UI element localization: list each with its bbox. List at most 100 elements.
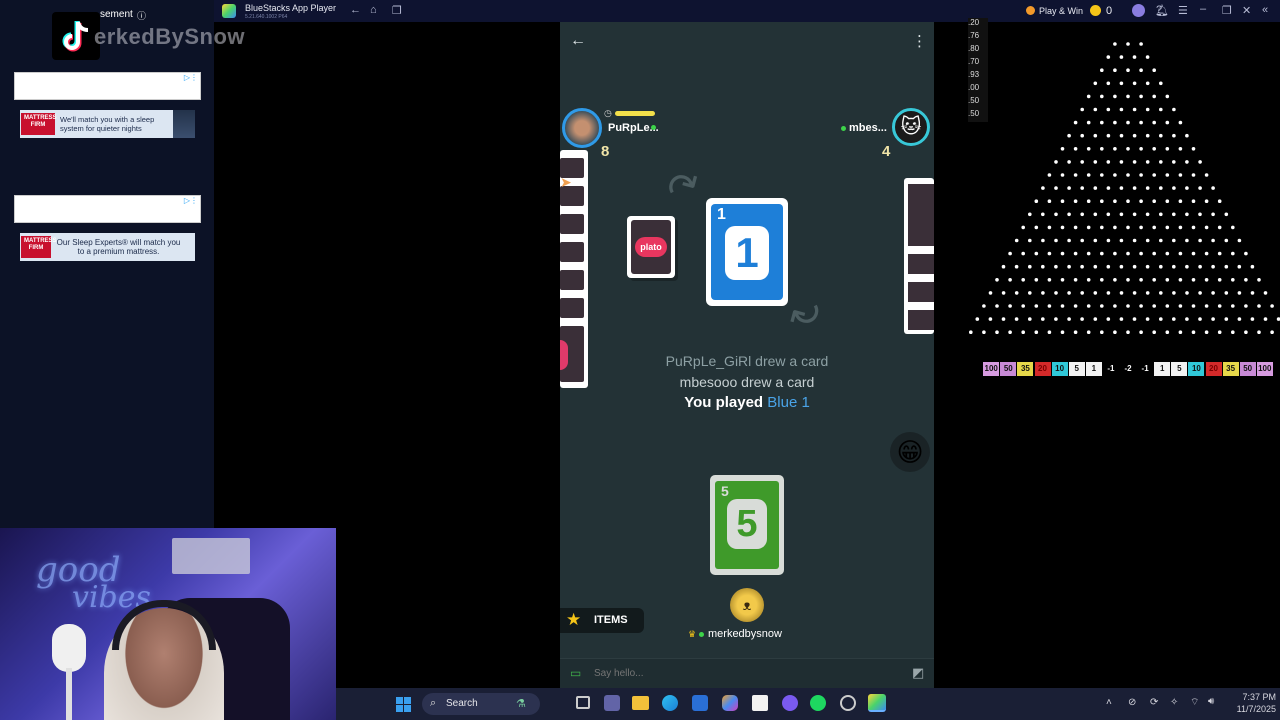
- wifi-icon[interactable]: ⌔: [1190, 696, 1199, 709]
- recent-apps-icon[interactable]: ❐: [392, 4, 402, 17]
- plinko-peg: [1054, 238, 1058, 243]
- sidebar-toggle-icon[interactable]: «: [1262, 4, 1268, 16]
- plinko-peg: [1224, 291, 1229, 295]
- plinko-peg: [1231, 225, 1235, 230]
- plinko-peg: [1237, 291, 1242, 295]
- volume-icon[interactable]: 🔊︎: [1208, 696, 1214, 707]
- bluestacks-taskbar-icon[interactable]: [868, 694, 886, 712]
- plinko-peg: [1217, 225, 1222, 230]
- plinko-peg: [1106, 55, 1111, 59]
- minimize-icon[interactable]: –: [1200, 3, 1206, 15]
- plinko-peg: [1034, 225, 1039, 230]
- plinko-peg: [1100, 251, 1104, 256]
- copilot-icon[interactable]: [722, 695, 738, 711]
- plinko-peg: [1204, 225, 1209, 230]
- clock-date[interactable]: 11/7/2025: [1222, 704, 1276, 714]
- plinko-peg: [1217, 278, 1222, 282]
- ad-banner-2[interactable]: ▷ ⋮: [14, 195, 201, 223]
- mattress-ad-2[interactable]: MATTRESS FIRM Our Sleep Experts® will ma…: [20, 233, 195, 261]
- items-button[interactable]: ★ ITEMS: [560, 608, 644, 633]
- plinko-peg: [1159, 291, 1163, 295]
- plinko-slot: 10: [1051, 362, 1068, 376]
- ad-menu-icon[interactable]: ⋮: [190, 73, 198, 82]
- spotify-icon[interactable]: [810, 695, 826, 711]
- app-icon[interactable]: [752, 695, 768, 711]
- plinko-peg: [1237, 238, 1242, 243]
- plinko-peg: [1145, 81, 1150, 86]
- plinko-peg: [1152, 199, 1156, 203]
- plinko-peg: [1126, 147, 1130, 151]
- back-arrow-icon[interactable]: ←: [570, 32, 586, 50]
- draw-deck[interactable]: plato: [627, 216, 675, 278]
- menu-icon[interactable]: ☰: [1178, 4, 1188, 17]
- plinko-peg: [1067, 317, 1071, 321]
- plinko-peg: [1093, 160, 1098, 164]
- coin-count: 0: [1106, 5, 1113, 17]
- file-explorer-icon[interactable]: [632, 696, 649, 710]
- plinko-peg: [1152, 120, 1156, 125]
- help-icon[interactable]: ?: [1156, 4, 1162, 16]
- plinko-peg: [1067, 133, 1071, 138]
- maximize-icon[interactable]: ❐: [1222, 4, 1232, 17]
- clock-time[interactable]: 7:37 PM: [1226, 692, 1276, 702]
- sticker-icon[interactable]: ◩: [912, 665, 924, 681]
- plinko-slot: 100: [1256, 362, 1273, 376]
- plinko-peg: [1204, 304, 1209, 308]
- plinko-peg: [1028, 317, 1032, 321]
- home-icon[interactable]: ⌂: [370, 4, 377, 16]
- self-avatar[interactable]: ᴥ: [730, 588, 764, 622]
- deck-card-back: plato: [631, 220, 671, 274]
- messenger-icon[interactable]: [782, 695, 798, 711]
- hand-card[interactable]: 5 5: [710, 475, 784, 575]
- windows-start-icon[interactable]: [396, 697, 411, 712]
- opponent-avatar[interactable]: 🐱︎: [892, 108, 930, 146]
- profile-avatar-icon[interactable]: [1132, 4, 1145, 17]
- plinko-peg: [1172, 133, 1176, 138]
- app-icon[interactable]: [840, 695, 856, 711]
- plinko-peg: [1014, 317, 1019, 321]
- plinko-peg: [1100, 68, 1104, 72]
- close-icon[interactable]: ✕: [1242, 4, 1251, 17]
- store-icon[interactable]: [692, 695, 708, 711]
- tray-chevron-icon[interactable]: ˄: [1106, 697, 1112, 708]
- plinko-peg: [1165, 173, 1170, 177]
- uno-game-area: ← ⋮ ◷ PuRpLe... 8 ➤ mbes... 🐱︎ 4 ↷ ↷ pla…: [560, 22, 934, 658]
- plinko-peg: [1211, 264, 1215, 269]
- plinko-peg: [1244, 304, 1248, 308]
- chat-input[interactable]: [594, 665, 874, 681]
- plinko-peg: [1119, 264, 1124, 269]
- plinko-peg: [1198, 186, 1202, 190]
- task-view-icon[interactable]: [576, 696, 590, 709]
- more-options-icon[interactable]: ⋮: [912, 32, 927, 50]
- tray-icon[interactable]: ✧: [1170, 697, 1178, 708]
- plinko-peg: [1119, 55, 1124, 59]
- mattress-ad-1[interactable]: MATTRESS FIRM We'll match you with a sle…: [20, 110, 195, 138]
- plinko-peg: [1145, 212, 1150, 217]
- plinko-peg: [1119, 81, 1124, 86]
- play-win-icon[interactable]: [1026, 6, 1035, 15]
- ad-text: Our Sleep Experts® will match you to a p…: [56, 238, 181, 256]
- plinko-peg: [1172, 238, 1176, 243]
- plinko-peg: [1034, 278, 1039, 282]
- plinko-peg: [1159, 212, 1163, 217]
- plinko-peg: [1237, 264, 1242, 269]
- ad-menu-icon[interactable]: ⋮: [190, 196, 198, 205]
- emoji-reaction-button[interactable]: 😁: [890, 432, 930, 472]
- plinko-peg: [1185, 186, 1189, 190]
- teams-icon[interactable]: [604, 695, 620, 711]
- edge-icon[interactable]: [662, 695, 678, 711]
- ad-banner-1[interactable]: ▷ ⋮: [14, 72, 201, 100]
- taskbar-search[interactable]: ⌕ Search ⚗: [422, 693, 540, 715]
- tray-icon[interactable]: ⟳: [1150, 697, 1158, 708]
- plinko-peg: [1106, 317, 1111, 321]
- card-corner-value: 5: [721, 483, 729, 499]
- plinko-peg: [1106, 264, 1111, 269]
- back-icon[interactable]: ←: [350, 4, 361, 16]
- plinko-peg: [1139, 147, 1143, 151]
- tray-icon[interactable]: ⊘: [1128, 697, 1136, 708]
- played-prefix: You played: [684, 394, 764, 411]
- opponent-avatar[interactable]: [562, 108, 602, 148]
- plinko-peg: [1041, 212, 1045, 217]
- play-win-button[interactable]: Play & Win: [1039, 6, 1083, 16]
- plinko-peg: [1145, 186, 1150, 190]
